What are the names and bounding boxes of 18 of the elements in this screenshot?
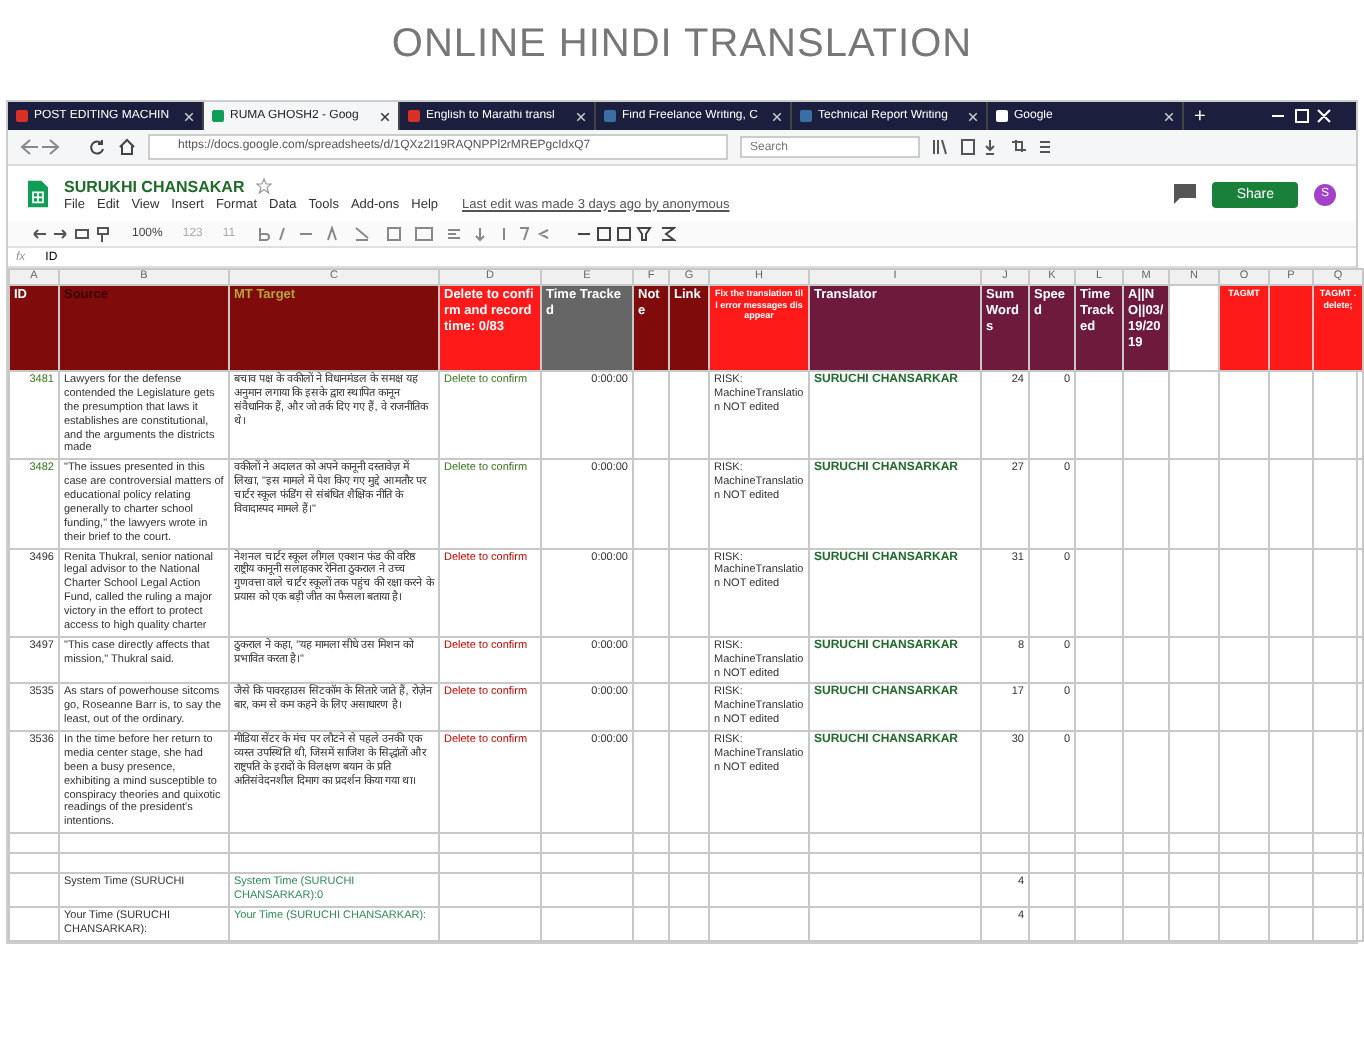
reload-icon[interactable] — [88, 138, 106, 156]
close-icon[interactable] — [380, 111, 390, 121]
browser-toolbar-icon[interactable] — [932, 138, 1052, 156]
site-icon — [408, 110, 420, 122]
site-icon — [996, 110, 1008, 122]
site-icon — [16, 110, 28, 122]
insert-tools-icon[interactable] — [575, 226, 676, 242]
site-icon — [604, 110, 616, 122]
sheets-logo-icon — [28, 180, 48, 208]
site-icon — [212, 110, 224, 122]
home-icon[interactable] — [118, 138, 136, 156]
page-title: ONLINE HINDI TRANSLATION — [389, 20, 975, 70]
new-tab-button[interactable]: + — [1184, 105, 1216, 127]
toolbar-icon[interactable] — [32, 226, 112, 242]
comment-icon[interactable] — [1174, 184, 1197, 204]
site-icon — [800, 110, 812, 122]
star-icon[interactable] — [256, 178, 273, 194]
document-title[interactable]: SURUKHI CHANSAKAR — [64, 177, 245, 195]
